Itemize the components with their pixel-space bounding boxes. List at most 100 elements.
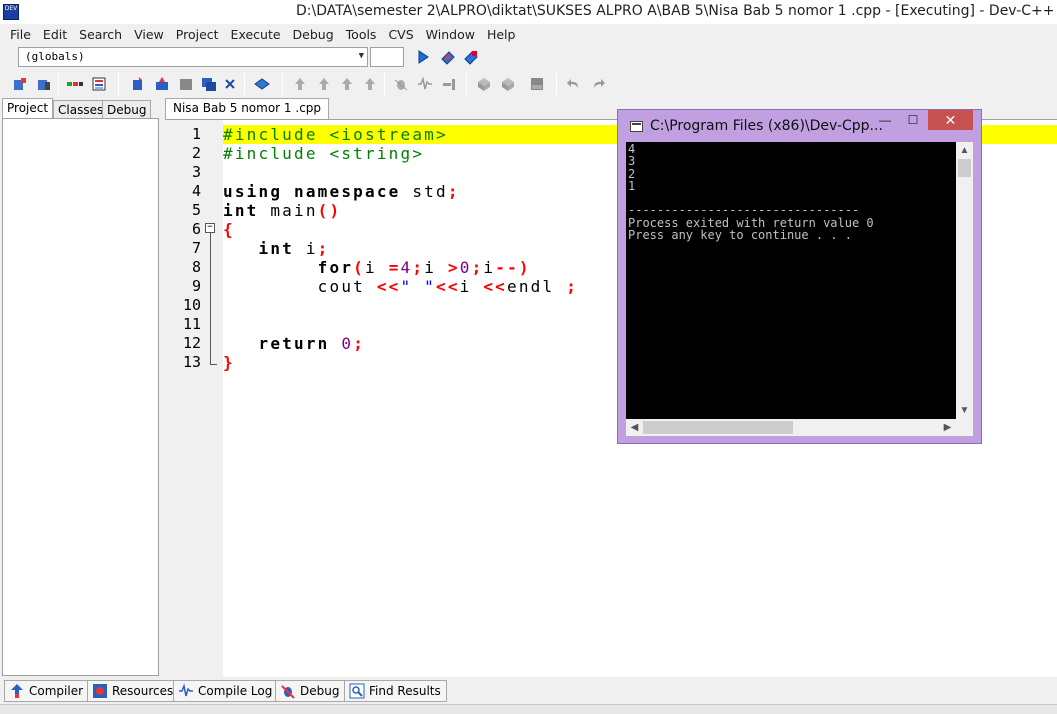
- tab-project[interactable]: Project: [2, 98, 54, 119]
- console-title-bar[interactable]: C:\Program Files (x86)\Dev-Cpp... — ☐ ✕: [618, 110, 981, 142]
- console-title: C:\Program Files (x86)\Dev-Cpp...: [650, 118, 883, 134]
- console-window[interactable]: C:\Program Files (x86)\Dev-Cpp... — ☐ ✕ …: [617, 109, 982, 444]
- console-window-icon: [630, 121, 643, 132]
- view-toggle-icon[interactable]: [65, 74, 85, 94]
- fold-toggle-icon[interactable]: −: [205, 223, 215, 233]
- line-number: 1: [191, 125, 201, 143]
- console-output-area[interactable]: 4 3 2 1 --------------------------------…: [626, 142, 973, 436]
- line-number: 12: [182, 334, 201, 352]
- menu-file[interactable]: File: [4, 27, 37, 42]
- profile-icon[interactable]: [415, 74, 435, 94]
- scroll-thumb[interactable]: [643, 421, 793, 434]
- scroll-left-icon[interactable]: ◀: [626, 419, 643, 436]
- menu-view[interactable]: View: [128, 27, 170, 42]
- fold-guide-end: [210, 364, 217, 365]
- tab-resources-label: Resources: [112, 684, 174, 698]
- tab-debug-output[interactable]: Debug: [275, 680, 346, 702]
- save-icon[interactable]: [176, 74, 196, 94]
- line-number: 6: [191, 220, 201, 238]
- tab-compile-log[interactable]: Compile Log: [173, 680, 279, 702]
- close-file-icon[interactable]: [220, 74, 240, 94]
- chevron-down-icon: ▼: [358, 51, 364, 61]
- compile-log-icon: [179, 683, 193, 697]
- scroll-up-icon[interactable]: ▲: [956, 142, 973, 159]
- status-bar: [0, 704, 1057, 714]
- menu-execute[interactable]: Execute: [225, 27, 287, 42]
- tab-find-results[interactable]: Find Results: [344, 680, 447, 702]
- tab-compiler[interactable]: Compiler: [4, 680, 90, 702]
- project-tree-panel[interactable]: [2, 118, 159, 676]
- line-number: 2: [191, 144, 201, 162]
- project-options-icon[interactable]: [527, 74, 547, 94]
- menu-help[interactable]: Help: [481, 27, 522, 42]
- line-number: 3: [191, 163, 201, 181]
- console-vertical-scrollbar[interactable]: ▲ ▼: [956, 142, 973, 419]
- menu-tools[interactable]: Tools: [340, 27, 383, 42]
- goto-icon[interactable]: [413, 47, 433, 67]
- line-number: 7: [191, 239, 201, 257]
- open-file-icon[interactable]: [152, 74, 172, 94]
- console-horizontal-scrollbar[interactable]: ◀ ▶: [626, 419, 956, 436]
- scroll-down-icon[interactable]: ▼: [956, 402, 973, 419]
- members-dropdown[interactable]: [370, 47, 404, 67]
- line-number: 4: [191, 182, 201, 200]
- line-number-gutter: 1 2 3 4 5 6 7 8 9 10 11 12 13 −: [165, 120, 223, 677]
- redo-icon[interactable]: [588, 74, 608, 94]
- new-project-icon[interactable]: [10, 74, 30, 94]
- close-button[interactable]: ✕: [928, 110, 973, 130]
- menu-bar: File Edit Search View Project Execute De…: [0, 24, 1057, 44]
- line-number: 5: [191, 201, 201, 219]
- tab-compiler-label: Compiler: [29, 684, 84, 698]
- minimize-button[interactable]: —: [872, 110, 898, 130]
- add-to-project-icon[interactable]: [474, 74, 494, 94]
- remove-from-project-icon[interactable]: [498, 74, 518, 94]
- tab-resources[interactable]: Resources: [87, 680, 180, 702]
- undo-icon[interactable]: [564, 74, 584, 94]
- resize-grip[interactable]: [956, 419, 973, 436]
- editor-file-tab[interactable]: Nisa Bab 5 nomor 1 .cpp: [165, 98, 330, 119]
- window-title: D:\DATA\semester 2\ALPRO\diktat\SUKSES A…: [296, 3, 1057, 19]
- console-output: 4 3 2 1 --------------------------------…: [628, 142, 874, 243]
- line-number: 9: [191, 277, 201, 295]
- menu-debug[interactable]: Debug: [287, 27, 340, 42]
- devcpp-app-icon[interactable]: DEV: [3, 4, 19, 20]
- globals-value: (globals): [25, 50, 85, 63]
- globals-dropdown[interactable]: (globals) ▼: [18, 47, 368, 67]
- menu-window[interactable]: Window: [420, 27, 481, 42]
- fold-guide: [210, 233, 211, 365]
- scroll-right-icon[interactable]: ▶: [939, 419, 956, 436]
- tab-debug[interactable]: Debug: [102, 100, 152, 119]
- run-icon[interactable]: [314, 74, 334, 94]
- rebuild-all-icon[interactable]: [360, 74, 380, 94]
- class-browser-icon[interactable]: [89, 74, 109, 94]
- tab-find-results-label: Find Results: [369, 684, 441, 698]
- compile-icon[interactable]: [290, 74, 310, 94]
- menu-cvs[interactable]: CVS: [382, 27, 419, 42]
- line-number: 8: [191, 258, 201, 276]
- profile-delete-icon[interactable]: [439, 74, 459, 94]
- maximize-button[interactable]: ☐: [900, 110, 926, 130]
- debug-icon[interactable]: [391, 74, 411, 94]
- tab-classes[interactable]: Classes: [53, 100, 109, 119]
- title-bar: DEV D:\DATA\semester 2\ALPRO\diktat\SUKS…: [0, 0, 1057, 24]
- debug-bug-icon: [281, 685, 295, 699]
- menu-edit[interactable]: Edit: [37, 27, 73, 42]
- goto-bookmark-icon[interactable]: [461, 47, 481, 67]
- resources-icon: [93, 684, 107, 698]
- compiler-icon: [11, 684, 23, 698]
- tab-debug-output-label: Debug: [300, 684, 340, 698]
- compile-run-icon[interactable]: [337, 74, 357, 94]
- open-project-icon[interactable]: [34, 74, 54, 94]
- print-icon[interactable]: [252, 74, 272, 94]
- menu-search[interactable]: Search: [73, 27, 128, 42]
- bookmark-icon[interactable]: [438, 47, 458, 67]
- save-all-icon[interactable]: [199, 74, 219, 94]
- line-number: 10: [182, 296, 201, 314]
- new-file-icon[interactable]: [128, 74, 148, 94]
- menu-project[interactable]: Project: [170, 27, 225, 42]
- tab-compile-log-label: Compile Log: [198, 684, 273, 698]
- line-number: 11: [182, 315, 201, 333]
- scroll-thumb[interactable]: [958, 159, 971, 177]
- find-results-icon: [349, 683, 365, 699]
- line-number: 13: [182, 353, 201, 371]
